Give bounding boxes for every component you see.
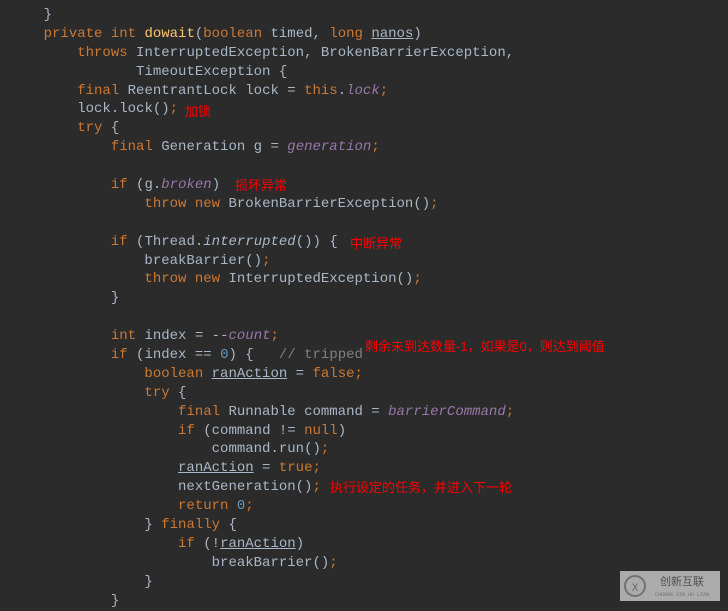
code-line: if (index == 0) { // tripped剩余未到达数量-1，如果… [10,346,728,365]
code-line: final Generation g = generation; [10,138,728,157]
svg-text:CHUANG XIN HU LIAN: CHUANG XIN HU LIAN [655,592,709,598]
code-line: boolean ranAction = false; [10,365,728,384]
code-line [10,308,728,327]
code-line: } finally { [10,516,728,535]
code-line: try { [10,119,728,138]
code-line [10,157,728,176]
code-line: return 0; [10,497,728,516]
code-line: if (command != null) [10,422,728,441]
code-line: TimeoutException { [10,63,728,82]
code-editor[interactable]: } private int dowait(boolean timed, long… [10,6,728,611]
code-line: if (!ranAction) [10,535,728,554]
code-line: final ReentrantLock lock = this.lock; [10,82,728,101]
code-line: throw new InterruptedException(); [10,270,728,289]
svg-text:创新互联: 创新互联 [660,574,704,588]
code-line: nextGeneration();执行设定的任务，并进入下一轮 [10,478,728,497]
code-line: breakBarrier(); [10,252,728,271]
code-line: final Runnable command = barrierCommand; [10,403,728,422]
code-line: if (g.broken)损坏异常 [10,176,728,195]
code-line: throw new BrokenBarrierException(); [10,195,728,214]
code-line: ranAction = true; [10,459,728,478]
annotation-count: 剩余未到达数量-1，如果是0，则达到阈值 [365,338,605,356]
code-line: private int dowait(boolean timed, long n… [10,25,728,44]
annotation-next: 执行设定的任务，并进入下一轮 [330,479,512,497]
code-line: } [10,289,728,308]
code-line [10,214,728,233]
watermark-logo: X 创新互联 CHUANG XIN HU LIAN [620,571,720,601]
code-line: command.run(); [10,440,728,459]
code-line: try { [10,384,728,403]
annotation-interrupt: 中断异常 [350,235,402,253]
code-line: if (Thread.interrupted()) {中断异常 [10,233,728,252]
code-line: } [10,6,728,25]
annotation-broken: 损坏异常 [235,177,287,195]
code-line: throws InterruptedException, BrokenBarri… [10,44,728,63]
svg-text:X: X [632,583,639,595]
code-line: breakBarrier(); [10,554,728,573]
code-line: lock.lock();加锁 [10,100,728,119]
